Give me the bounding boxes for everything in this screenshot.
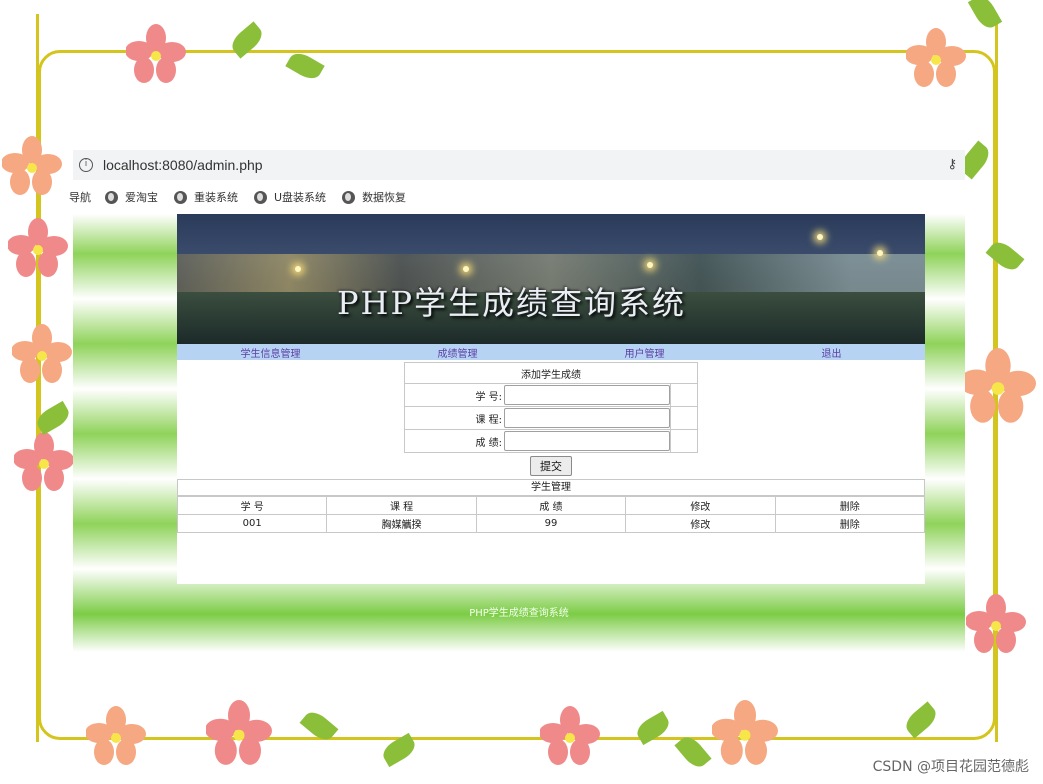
- nav-logout[interactable]: 退出: [738, 345, 925, 360]
- header-delete: 删除: [774, 496, 926, 515]
- nav-score-management[interactable]: 成绩管理: [364, 345, 551, 360]
- flower-icon: [12, 324, 72, 383]
- bookmark-label: 重装系统: [194, 191, 238, 204]
- bookmark-reinstall[interactable]: 重装系统: [174, 189, 238, 205]
- browser-window: i localhost:8080/admin.php ⚷ 导航 爱淘宝 重装系统…: [69, 150, 965, 652]
- form-cell: [670, 384, 697, 406]
- main-nav: 学生信息管理 成绩管理 用户管理 退出: [177, 344, 925, 360]
- banner-image: PHP学生成绩查询系统: [177, 214, 925, 344]
- banner-light: [463, 266, 469, 272]
- flower-icon: [2, 136, 62, 195]
- student-id-label: 学 号:: [475, 391, 502, 403]
- main-content: 添加学生成绩 学 号: 课 程: 成 绩: 提交 学生管理 学 号 课 程 成 …: [176, 360, 926, 584]
- bookmark-label: 数据恢复: [362, 191, 407, 204]
- header-score: 成 绩: [475, 496, 627, 515]
- globe-icon: [105, 190, 118, 204]
- flower-icon: [126, 24, 186, 83]
- form-title: 添加学生成绩: [521, 369, 581, 381]
- watermark-text: CSDN @项目花园范德彪: [872, 759, 1029, 775]
- bookmark-usb[interactable]: U盘装系统: [254, 189, 326, 205]
- cell-course: 胸媒觿揆: [326, 514, 477, 533]
- flower-icon: [906, 28, 966, 87]
- banner-light: [295, 266, 301, 272]
- banner-light: [877, 250, 883, 256]
- flower-icon: [540, 706, 600, 765]
- table-row: 001 胸媒觿揆 99 修改 删除: [176, 514, 926, 533]
- bookmark-recovery[interactable]: 数据恢复: [342, 189, 406, 205]
- flower-icon: [14, 432, 74, 491]
- flower-icon: [8, 218, 68, 277]
- cell-student-id: 001: [176, 514, 328, 533]
- delete-link[interactable]: 删除: [774, 514, 926, 533]
- web-page: PHP学生成绩查询系统 学生信息管理 成绩管理 用户管理 退出 添加学生成绩 学…: [73, 214, 965, 652]
- flower-icon: [960, 348, 1036, 423]
- header-student-id: 学 号: [176, 496, 328, 515]
- form-row-course: 课 程:: [405, 406, 697, 429]
- bookmarks-bar: 导航 爱淘宝 重装系统 U盘装系统 数据恢复: [69, 184, 965, 210]
- banner-title: PHP学生成绩查询系统: [337, 284, 686, 322]
- flower-icon: [206, 700, 272, 765]
- globe-icon: [254, 190, 267, 204]
- bookmark-label: 爱淘宝: [125, 191, 158, 204]
- table-title: 学生管理: [177, 479, 925, 496]
- globe-icon: [342, 190, 356, 204]
- student-id-input[interactable]: [504, 385, 670, 405]
- bookmark-nav[interactable]: 导航: [69, 189, 91, 205]
- nav-student-info[interactable]: 学生信息管理: [177, 345, 364, 360]
- flower-icon: [966, 594, 1026, 653]
- add-score-form: 添加学生成绩 学 号: 课 程: 成 绩:: [404, 362, 698, 453]
- student-table: 学 号 课 程 成 绩 修改 删除 001 胸媒觿揆 99 修改 删除: [176, 496, 926, 533]
- key-icon[interactable]: ⚷: [947, 157, 957, 172]
- bookmark-label: U盘装系统: [274, 191, 327, 204]
- form-row-score: 成 绩:: [405, 429, 697, 452]
- score-label: 成 绩:: [475, 437, 502, 449]
- info-icon[interactable]: i: [79, 158, 93, 172]
- submit-button[interactable]: 提交: [530, 456, 572, 476]
- score-input[interactable]: [504, 431, 670, 451]
- bookmark-taobao[interactable]: 爱淘宝: [105, 189, 158, 205]
- banner-light: [817, 234, 823, 240]
- header-course: 课 程: [326, 496, 477, 515]
- flower-icon: [86, 706, 146, 765]
- header-edit: 修改: [625, 496, 776, 515]
- bookmark-label: 导航: [69, 191, 91, 204]
- table-header-row: 学 号 课 程 成 绩 修改 删除: [176, 496, 926, 515]
- form-cell: [670, 430, 697, 452]
- flower-icon: [712, 700, 778, 765]
- address-bar[interactable]: i localhost:8080/admin.php ⚷: [73, 150, 965, 180]
- cell-score: 99: [475, 514, 627, 533]
- form-row-student-id: 学 号:: [405, 383, 697, 406]
- edit-link[interactable]: 修改: [625, 514, 776, 533]
- course-label: 课 程:: [475, 414, 502, 426]
- url-text[interactable]: localhost:8080/admin.php: [103, 157, 263, 173]
- globe-icon: [174, 190, 187, 204]
- page-footer: PHP学生成绩查询系统: [469, 608, 569, 619]
- nav-user-management[interactable]: 用户管理: [551, 345, 738, 360]
- course-input[interactable]: [504, 408, 670, 428]
- banner-light: [647, 262, 653, 268]
- form-cell: [670, 407, 697, 429]
- content-divider: [177, 580, 925, 583]
